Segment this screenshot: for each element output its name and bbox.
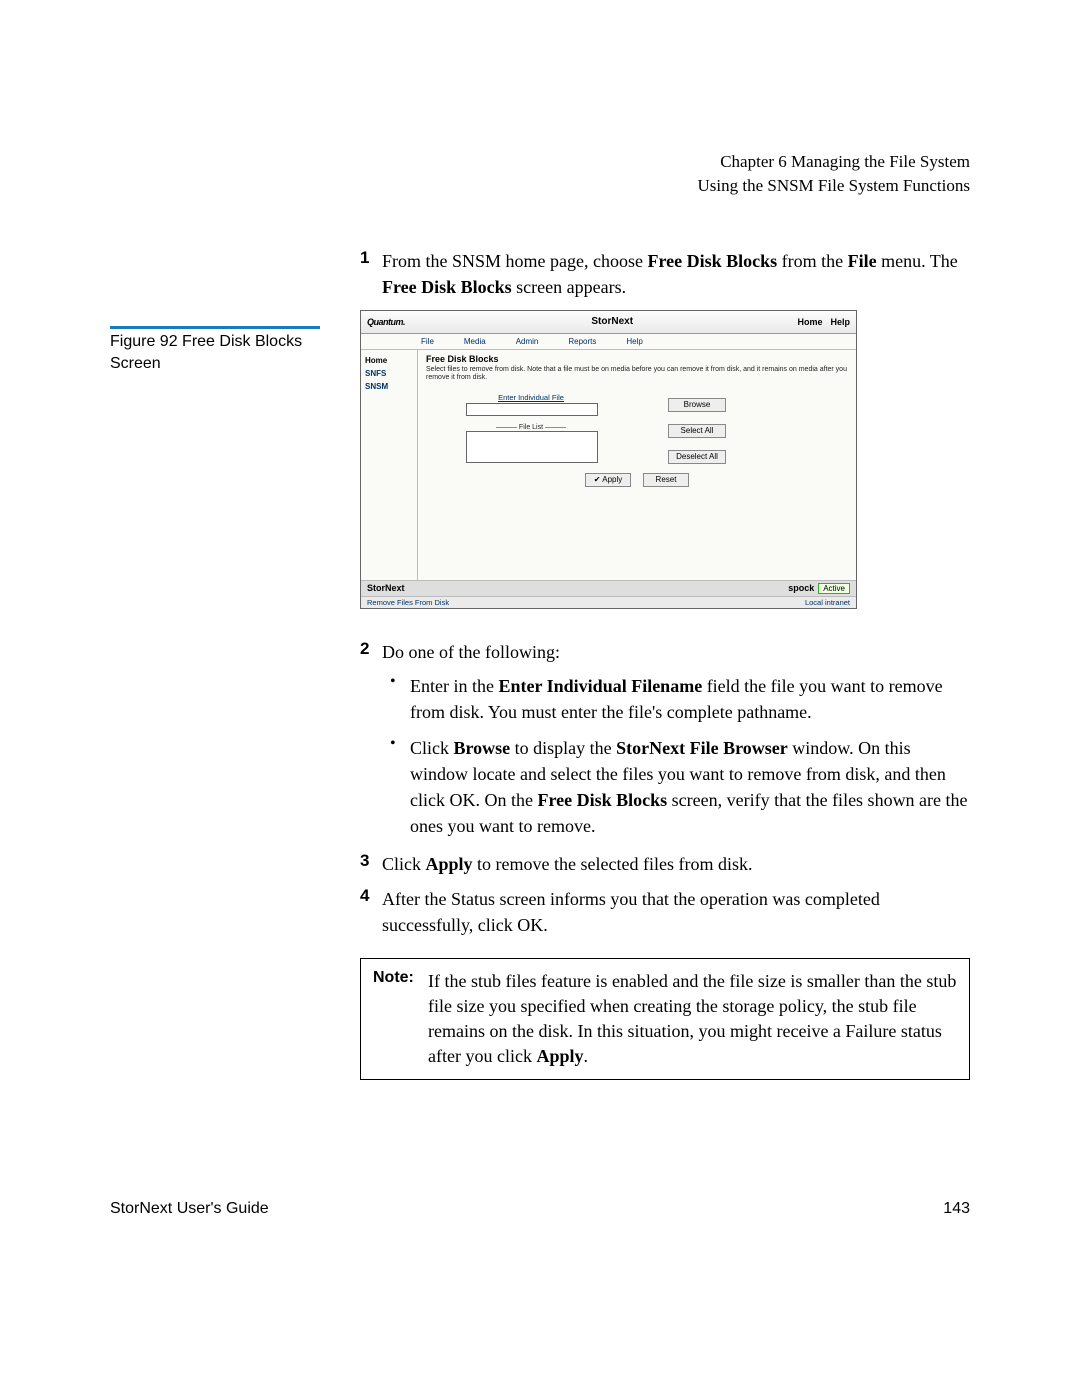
step-4-number: 4 bbox=[360, 886, 382, 938]
bullet-2-body: Click Browse to display the StorNext Fil… bbox=[410, 735, 970, 839]
stornext-footer-label: StorNext bbox=[367, 583, 405, 593]
step-2: 2 Do one of the following: bbox=[360, 639, 970, 665]
step-3-body: Click Apply to remove the selected files… bbox=[382, 851, 970, 877]
page-footer: StorNext User's Guide 143 bbox=[110, 1200, 970, 1218]
panel-title: Free Disk Blocks bbox=[426, 354, 848, 364]
app-title: StorNext bbox=[591, 316, 633, 327]
bullet-1-body: Enter in the Enter Individual Filename f… bbox=[410, 673, 970, 725]
screenshot-status-upper: StorNext spock Active bbox=[361, 580, 856, 596]
figure-rule bbox=[110, 326, 320, 329]
deselect-all-button[interactable]: Deselect All bbox=[668, 450, 726, 464]
select-all-button[interactable]: Select All bbox=[668, 424, 726, 438]
menu-file[interactable]: File bbox=[421, 337, 434, 346]
step-4-body: After the Status screen informs you that… bbox=[382, 886, 970, 938]
bullet-icon: • bbox=[390, 673, 410, 725]
step-2-body: Do one of the following: bbox=[382, 639, 970, 665]
note-body: If the stub files feature is enabled and… bbox=[428, 969, 957, 1070]
toplink-home[interactable]: Home bbox=[797, 317, 822, 327]
footer-page-number: 143 bbox=[943, 1200, 970, 1218]
step-2-number: 2 bbox=[360, 639, 382, 665]
sidenav-snsm[interactable]: SNSM bbox=[365, 382, 413, 391]
browse-button[interactable]: Browse bbox=[668, 398, 726, 412]
section-line: Using the SNSM File System Functions bbox=[110, 174, 970, 198]
page-header: Chapter 6 Managing the File System Using… bbox=[110, 150, 970, 198]
screenshot-titlebar: Quantum. StorNext Home Help bbox=[361, 311, 856, 334]
sidenav-home[interactable]: Home bbox=[365, 356, 413, 365]
step-1-body: From the SNSM home page, choose Free Dis… bbox=[382, 248, 970, 300]
screenshot-free-disk-blocks: Quantum. StorNext Home Help File Media A… bbox=[360, 310, 857, 609]
note-box: Note: If the stub files feature is enabl… bbox=[360, 958, 970, 1081]
footer-left: StorNext User's Guide bbox=[110, 1200, 269, 1218]
content-column: 1 From the SNSM home page, choose Free D… bbox=[360, 248, 970, 1081]
menu-help[interactable]: Help bbox=[626, 337, 642, 346]
screenshot-main-panel: Free Disk Blocks Select files to remove … bbox=[418, 350, 856, 580]
bullet-icon: • bbox=[390, 735, 410, 839]
reset-button[interactable]: Reset bbox=[643, 473, 689, 487]
toplink-help[interactable]: Help bbox=[830, 317, 850, 327]
screenshot-sidenav: Home SNFS SNSM bbox=[361, 350, 418, 580]
chapter-line: Chapter 6 Managing the File System bbox=[110, 150, 970, 174]
brand-logo: Quantum. bbox=[367, 317, 405, 327]
step-3-number: 3 bbox=[360, 851, 382, 877]
statusbar-left-text: Remove Files From Disk bbox=[367, 598, 449, 607]
enter-file-input[interactable] bbox=[466, 403, 598, 416]
panel-description: Select files to remove from disk. Note t… bbox=[426, 366, 848, 383]
menu-admin[interactable]: Admin bbox=[516, 337, 539, 346]
screenshot-menubar: File Media Admin Reports Help bbox=[361, 334, 856, 350]
apply-button[interactable]: ✔ Apply bbox=[585, 473, 631, 487]
host-label: spock bbox=[788, 583, 814, 593]
step-1: 1 From the SNSM home page, choose Free D… bbox=[360, 248, 970, 300]
note-label: Note: bbox=[373, 969, 428, 1070]
step-3: 3 Click Apply to remove the selected fil… bbox=[360, 851, 970, 877]
screenshot-status-lower: Remove Files From Disk Local intranet bbox=[361, 596, 856, 608]
bullet-2: • Click Browse to display the StorNext F… bbox=[390, 735, 970, 839]
menu-reports[interactable]: Reports bbox=[568, 337, 596, 346]
sidenav-snfs[interactable]: SNFS bbox=[365, 369, 413, 378]
figure-caption-column: Figure 92 Free Disk Blocks Screen bbox=[110, 248, 340, 1081]
bullet-1: • Enter in the Enter Individual Filename… bbox=[390, 673, 970, 725]
file-list-box[interactable] bbox=[466, 431, 598, 463]
file-list-label: ——— File List ——— bbox=[466, 424, 596, 431]
enter-file-label: Enter Individual File bbox=[466, 393, 596, 402]
step-4: 4 After the Status screen informs you th… bbox=[360, 886, 970, 938]
menu-media[interactable]: Media bbox=[464, 337, 486, 346]
statusbar-right-text: Local intranet bbox=[805, 598, 850, 607]
step-1-number: 1 bbox=[360, 248, 382, 300]
figure-caption: Figure 92 Free Disk Blocks Screen bbox=[110, 331, 340, 376]
active-badge: Active bbox=[818, 583, 850, 594]
